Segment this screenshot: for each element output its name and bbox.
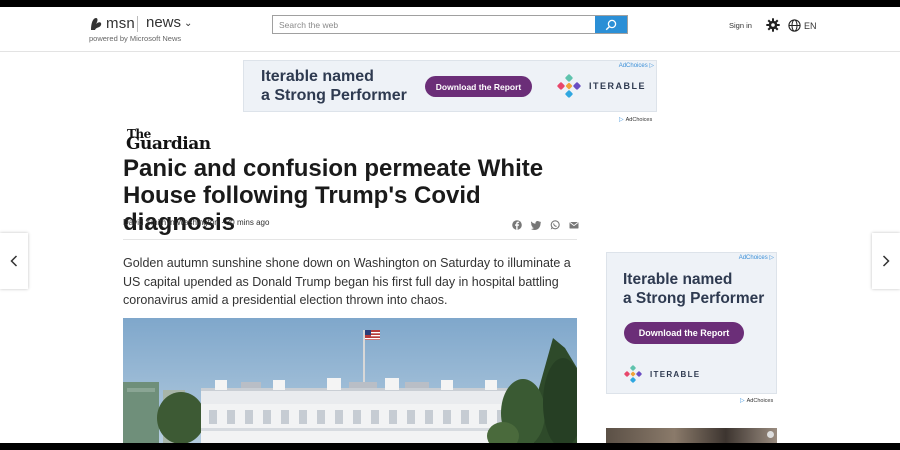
search-icon — [605, 19, 617, 30]
language-selector[interactable]: EN — [788, 19, 817, 32]
adchoices-corner-link[interactable]: AdChoices ▷ — [619, 62, 654, 69]
byline-divider — [123, 239, 577, 240]
publisher-logo[interactable]: The Guardian — [126, 128, 211, 154]
msn-butterfly-icon — [91, 17, 102, 30]
article-byline: David Smith in Washington · 30 mins ago — [123, 218, 270, 227]
whatsapp-icon[interactable] — [550, 217, 560, 230]
download-report-button[interactable]: Download the Report — [425, 76, 532, 97]
msn-brand-label: msn — [106, 15, 135, 32]
chevron-right-icon — [882, 255, 890, 267]
related-story-thumbnail[interactable] — [606, 428, 777, 443]
twitter-icon[interactable] — [530, 217, 541, 230]
iterable-logo-icon — [557, 74, 581, 98]
download-report-button[interactable]: Download the Report — [624, 322, 744, 344]
iterable-logo-icon — [624, 365, 642, 383]
ad-brand-name: ITERABLE — [589, 81, 646, 91]
ad-headline-line2: a Strong Performer — [623, 290, 765, 307]
news-section-label: news — [146, 14, 182, 31]
adchoices-label: AdChoices — [625, 116, 653, 123]
ad-brand-name: ITERABLE — [650, 370, 701, 379]
settings-button[interactable] — [766, 18, 780, 32]
top-banner-ad[interactable]: Iterable named a Strong Performer Downlo… — [243, 60, 657, 112]
publisher-logo-name: Guardian — [126, 134, 211, 154]
email-icon[interactable] — [569, 217, 579, 229]
article-hero-image[interactable] — [123, 318, 577, 443]
search-box — [272, 15, 628, 34]
next-article-button[interactable] — [872, 233, 900, 289]
white-house-photo — [123, 318, 577, 443]
powered-by-label: powered by Microsoft News — [89, 34, 182, 43]
logo-divider — [137, 16, 138, 32]
browser-viewport: msn news ⌄ powered by Microsoft News Sig… — [0, 7, 900, 443]
adchoices-corner-label: AdChoices — [618, 63, 648, 69]
facebook-icon[interactable] — [512, 217, 522, 230]
search-button[interactable] — [595, 16, 627, 33]
ad-headline-line1: Iterable named — [261, 68, 374, 85]
chevron-left-icon — [10, 255, 18, 267]
adchoices-label: AdChoices — [746, 397, 774, 404]
globe-icon — [788, 19, 801, 32]
share-bar — [512, 217, 579, 230]
adchoices-icon: ▷ — [740, 398, 745, 404]
adchoices-corner-label: AdChoices — [738, 255, 768, 261]
adchoices-icon: ▷ — [619, 117, 624, 123]
article-lede: Golden autumn sunshine shone down on Was… — [123, 256, 571, 307]
search-input[interactable] — [273, 16, 596, 33]
adchoices-corner-link[interactable]: AdChoices ▷ — [739, 254, 774, 261]
gear-icon — [766, 18, 780, 32]
ad-headline-line1: Iterable named — [623, 271, 733, 288]
adchoices-link[interactable]: ▷ AdChoices — [619, 116, 653, 124]
adchoices-link[interactable]: ▷ AdChoices — [740, 397, 774, 405]
sign-in-link[interactable]: Sign in — [729, 21, 752, 30]
site-header: msn news ⌄ powered by Microsoft News Sig… — [0, 7, 900, 52]
msn-logo[interactable]: msn — [89, 15, 135, 32]
previous-article-button[interactable] — [0, 233, 28, 289]
chevron-down-icon: ⌄ — [184, 18, 193, 29]
news-section-menu[interactable]: news ⌄ — [146, 14, 192, 31]
sidebar-ad[interactable]: Iterable named a Strong Performer Downlo… — [606, 252, 777, 394]
thumbnail-badge-icon — [767, 431, 774, 438]
ad-headline-line2: a Strong Performer — [261, 87, 407, 104]
language-label: EN — [804, 20, 817, 31]
